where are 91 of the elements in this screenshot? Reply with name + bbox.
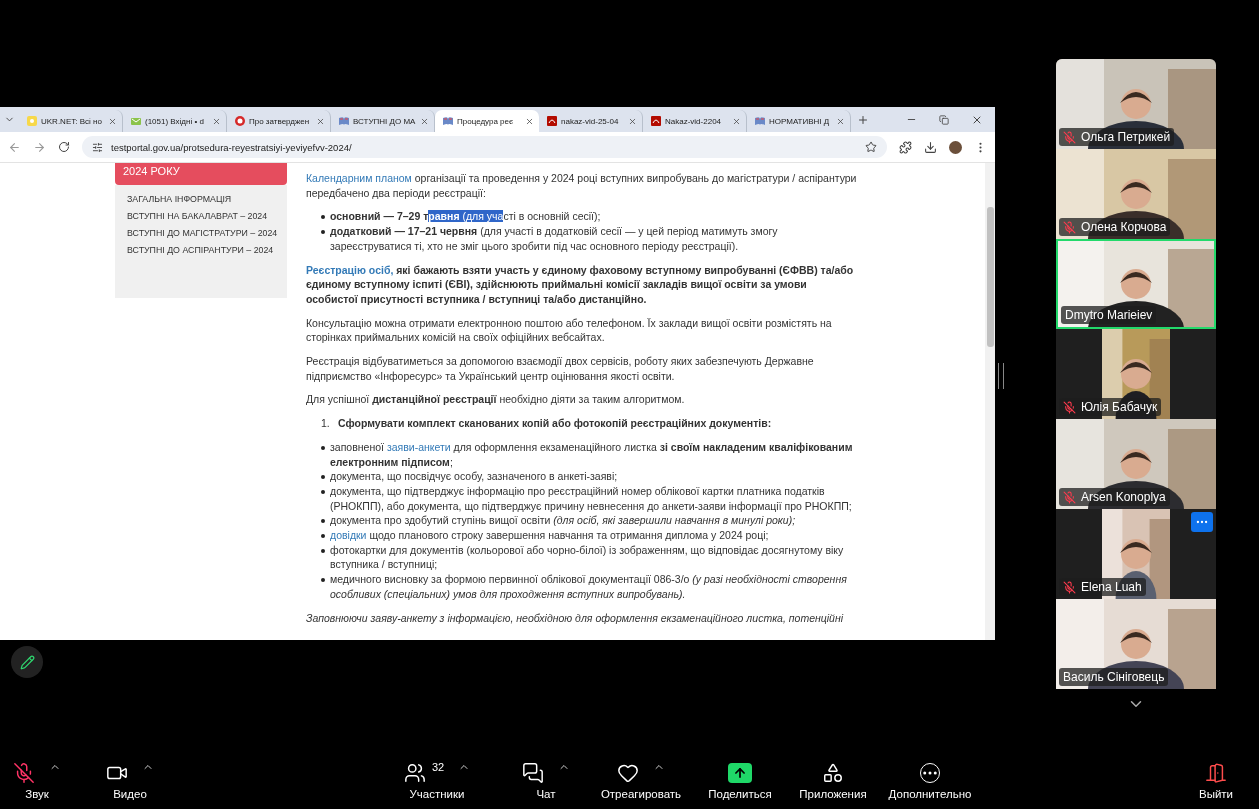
- bullet-icon: [321, 519, 325, 524]
- muted-mic-icon: [1063, 580, 1076, 594]
- muted-mic-icon: [1063, 220, 1076, 234]
- more-button[interactable]: [1191, 512, 1213, 532]
- close-icon[interactable]: [628, 116, 637, 126]
- bullet-icon: [321, 548, 325, 553]
- tab-favicon-icon: [27, 116, 37, 126]
- share-icon: [728, 762, 752, 783]
- paragraph: Заповнюючи заяву-анкету з інформацією, необхідною для оформлення екзаменаційного листка, потенційні: [306, 610, 845, 626]
- muted-mic-icon: [1063, 400, 1076, 414]
- link[interactable]: довідки: [330, 529, 367, 542]
- link[interactable]: Календарним планом: [306, 172, 412, 184]
- tab-favicon-icon: [131, 116, 141, 126]
- link[interactable]: заяви-анкети: [386, 440, 451, 453]
- new-tab-icon[interactable]: [857, 113, 869, 126]
- people-icon: [403, 761, 426, 784]
- tab-favicon-icon: [547, 116, 557, 126]
- close-icon[interactable]: [836, 116, 845, 126]
- sidebar-link[interactable]: ВСТУПНІ ДО МАГІСТРАТУРИ – 2024: [127, 227, 279, 239]
- close-icon[interactable]: [108, 116, 117, 126]
- close-icon[interactable]: [525, 116, 534, 126]
- extensions-icon[interactable]: [899, 140, 912, 154]
- close-icon[interactable]: [420, 116, 429, 126]
- list-item: документа, що підтверджує інформацію про реєстраційний номер облікової картки платника податків (РНОКПП), або документа, що підтверджує причину невнесення до анкети-заяви інформації про РНОКПП;: [330, 483, 853, 514]
- bullet-icon: [321, 578, 325, 583]
- restore-icon[interactable]: [939, 113, 949, 126]
- tab-favicon-icon: [651, 116, 661, 126]
- sidebar-link[interactable]: ВСТУПНІ НА БАКАЛАВРАТ – 2024: [127, 210, 279, 222]
- toolbar-button[interactable]: Видео: [106, 760, 154, 800]
- leave-icon: [1205, 761, 1227, 784]
- site-settings-icon[interactable]: [92, 141, 103, 153]
- toolbar-button[interactable]: Приложения: [799, 760, 867, 800]
- participant-name: Dmytro Marieiev: [1061, 306, 1157, 324]
- toolbar-button[interactable]: 32 Участники: [403, 760, 471, 800]
- tab-favicon-icon: [443, 116, 453, 126]
- scrollbar[interactable]: [985, 163, 995, 640]
- pencil-icon: [19, 654, 35, 670]
- list-item: документа про здобутий ступінь вищої освіти (для осіб, які завершили навчання в минулі роки);: [330, 513, 796, 529]
- splitter-handle[interactable]: [997, 362, 1004, 389]
- toolbar-button[interactable]: Дополнительно: [888, 760, 972, 800]
- star-icon[interactable]: [865, 141, 877, 153]
- sidebar-link[interactable]: ВСТУПНІ ДО АСПІРАНТУРИ – 2024: [127, 244, 279, 256]
- toolbar-button[interactable]: Поделиться: [708, 760, 772, 800]
- muted-mic-icon: [1063, 130, 1076, 144]
- list-item: Сформувати комплект сканованих копій або фотокопій реєстраційних документів:: [338, 416, 772, 431]
- bullet-icon: [321, 215, 325, 220]
- forward-icon[interactable]: [33, 140, 46, 154]
- apps-icon: [822, 761, 844, 784]
- bullet-icon: [321, 445, 325, 450]
- close-icon[interactable]: [316, 116, 325, 126]
- bullet-icon: [321, 230, 325, 235]
- browser-tab[interactable]: Процедура реє: [435, 110, 539, 132]
- paragraph: Реєстрація відбуватиметься за допомогою взаємодії двох сервісів, роботу яких забезпечують Державне підприємство «Інфоресурс» та Український центр оцінювання якості освіти.: [306, 354, 815, 384]
- close-icon[interactable]: [732, 116, 741, 126]
- list-item: документа, що посвідчує особу, зазначеного в анкеті-заяві;: [330, 469, 618, 484]
- chat-icon: [522, 761, 544, 784]
- paragraph: Для успішної дистанційної реєстрації необхідно діяти за таким алгоритмом.: [306, 392, 686, 408]
- participant-count: 32: [431, 760, 445, 773]
- list-item: основний — 7–29 травня (для участі в основній сесії);: [330, 209, 601, 225]
- tab-favicon-icon: [339, 116, 349, 126]
- paragraph: Календарним планом організації та проведення у 2024 році вступних випробувань до магістратури / аспірантури передбачено два періоди реєстрації:: [306, 171, 858, 201]
- sidebar-link[interactable]: ЗАГАЛЬНА ІНФОРМАЦІЯ: [127, 193, 279, 205]
- toolbar-button[interactable]: Выйти: [1198, 760, 1234, 800]
- paragraph: Консультацію можна отримати електронною поштою або телефоном. Їх заклади вищої освіти розмістять на сторінках приймальних комісій на своїх офіційних вебсайтах.: [306, 315, 833, 346]
- list-item: додатковий — 17–21 червня (для участі в додатковій сесії — у цей період матимуть змогу зареєструватися ті, хто не зміг цього зробити під час основного періоду реєстрації).: [330, 224, 779, 254]
- link[interactable]: Реєстрацію осіб,: [306, 263, 394, 276]
- bullet-icon: [321, 475, 325, 480]
- address-bar[interactable]: testportal.gov.ua/protsedura-reyestratsiyi-yeviyefvv-2024/: [82, 136, 887, 158]
- list-item: довідки щодо планового строку завершення навчання та отримання диплома у 2024 році;: [330, 528, 769, 543]
- tab-favicon-icon: [755, 116, 765, 126]
- list-item: фотокартки для документів (кольорової або чорно-білої) із зображенням, що відповідає досягнутому віку вступника / вступниці;: [330, 542, 845, 573]
- close-icon[interactable]: [212, 116, 221, 126]
- back-icon[interactable]: [8, 140, 21, 154]
- participant-name: Ольга Петрикей: [1059, 128, 1175, 146]
- toolbar-button[interactable]: Чат: [522, 760, 570, 800]
- profile-avatar[interactable]: [949, 140, 962, 154]
- toolbar-button[interactable]: Отреагировать: [600, 760, 682, 800]
- bullet-icon: [321, 489, 325, 494]
- toolbar-button[interactable]: Звук: [13, 760, 61, 800]
- download-icon[interactable]: [924, 140, 937, 154]
- reload-icon[interactable]: [58, 141, 70, 153]
- list-item: медичного висновку за формою первинної облікової документації 086-3/о (у разі необхідності створення особливих (спеціальних) умов для проходження вступних випробувань).: [330, 572, 848, 602]
- annotate-button[interactable]: [11, 646, 43, 678]
- participant-name: Василь Сініговець: [1059, 668, 1169, 686]
- tab-favicon-icon: [235, 116, 245, 126]
- bullet-icon: [321, 534, 325, 539]
- participant-name: Олена Корчова: [1059, 218, 1171, 236]
- list-item: заповненої заяви-анкети для оформлення екзаменаційного листка зі своїм накладеним кваліфікованим електронним підписом;: [330, 439, 854, 470]
- sidebar-heading: 2024 РОКУ: [115, 163, 287, 185]
- paragraph: Реєстрацію осіб, які бажають взяти участь у єдиному фаховому вступному випробуванні (ЄФВВ) та/або єдиному вступному іспиті (ЄВІ), здійснюють приймальні комісії закладів вищої освіти за умови особистої присутності вступника / вступниці та/або дистанційно.: [306, 262, 855, 307]
- list-number: 1.: [321, 416, 331, 431]
